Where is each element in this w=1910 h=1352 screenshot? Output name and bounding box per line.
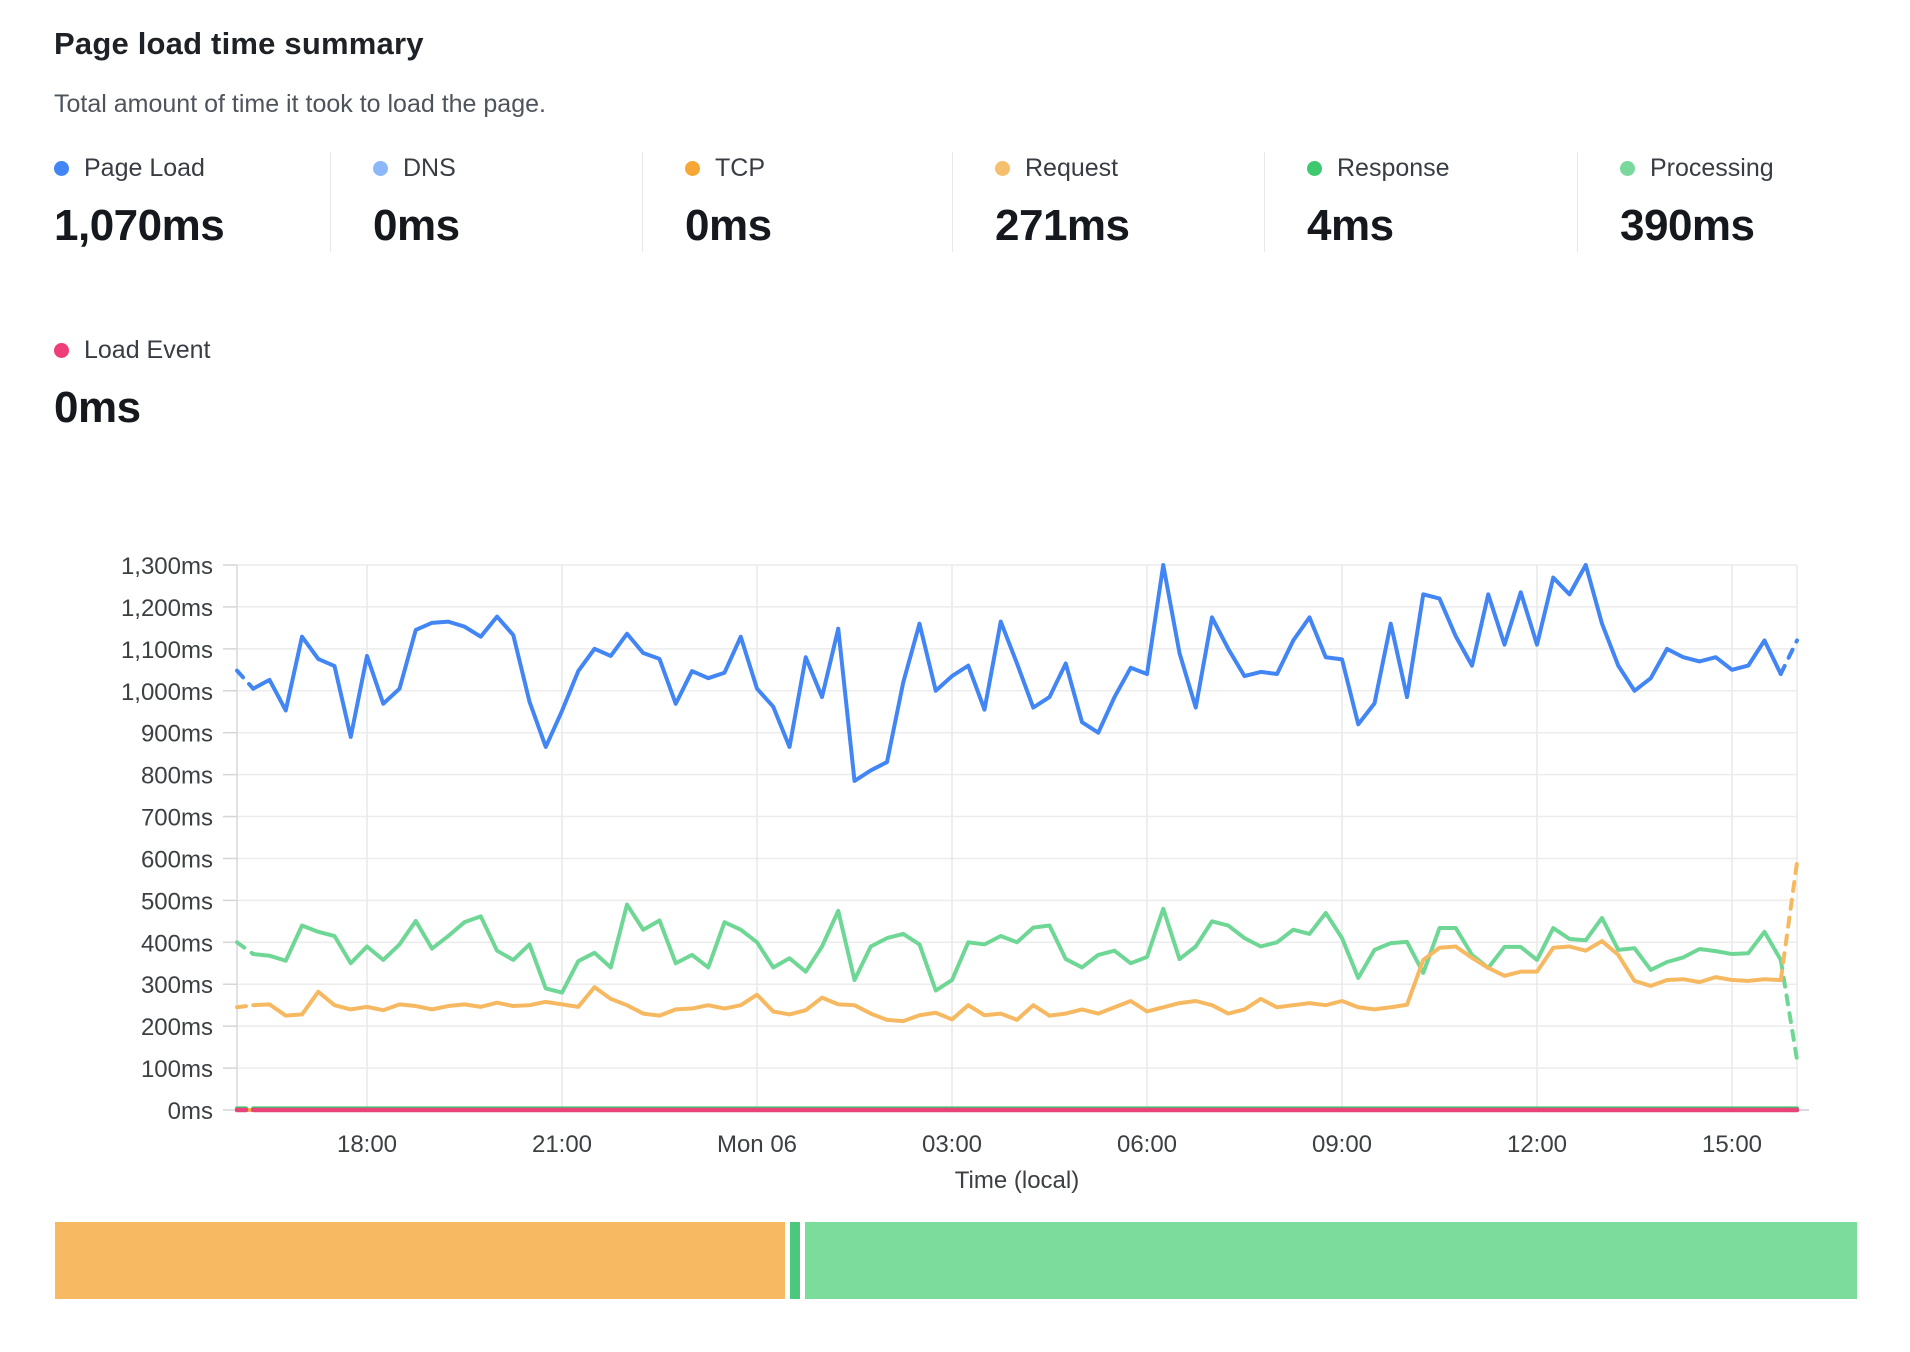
svg-text:1,100ms: 1,100ms [121, 637, 213, 664]
svg-text:15:00: 15:00 [1702, 1131, 1762, 1158]
svg-text:06:00: 06:00 [1117, 1131, 1177, 1158]
selector-segment-sliver[interactable] [790, 1222, 800, 1299]
selector-segment-processing[interactable] [805, 1222, 1857, 1299]
svg-text:800ms: 800ms [141, 763, 213, 790]
svg-text:900ms: 900ms [141, 721, 213, 748]
page-load-time-chart[interactable]: 0ms 100ms 200ms 300ms 400ms 500ms 600ms 700ms 80… [0, 0, 1910, 1352]
svg-text:Time (local): Time (local) [955, 1167, 1079, 1194]
svg-text:09:00: 09:00 [1312, 1131, 1372, 1158]
svg-text:400ms: 400ms [141, 930, 213, 957]
svg-text:03:00: 03:00 [922, 1131, 982, 1158]
svg-text:300ms: 300ms [141, 972, 213, 999]
svg-text:18:00: 18:00 [337, 1131, 397, 1158]
svg-text:1,000ms: 1,000ms [121, 679, 213, 706]
page-load-time-summary-panel: Page load time summary Total amount of t… [0, 0, 1910, 1352]
svg-text:600ms: 600ms [141, 846, 213, 873]
svg-text:12:00: 12:00 [1507, 1131, 1567, 1158]
svg-text:1,300ms: 1,300ms [121, 553, 213, 580]
timeline-selector-bar[interactable] [55, 1222, 1857, 1299]
svg-text:100ms: 100ms [141, 1056, 213, 1083]
svg-text:700ms: 700ms [141, 805, 213, 832]
svg-text:Mon 06: Mon 06 [717, 1131, 797, 1158]
svg-text:1,200ms: 1,200ms [121, 595, 213, 622]
selector-segment-request[interactable] [55, 1222, 785, 1299]
svg-text:0ms: 0ms [168, 1098, 213, 1125]
svg-text:500ms: 500ms [141, 888, 213, 915]
svg-text:21:00: 21:00 [532, 1131, 592, 1158]
svg-text:200ms: 200ms [141, 1014, 213, 1041]
